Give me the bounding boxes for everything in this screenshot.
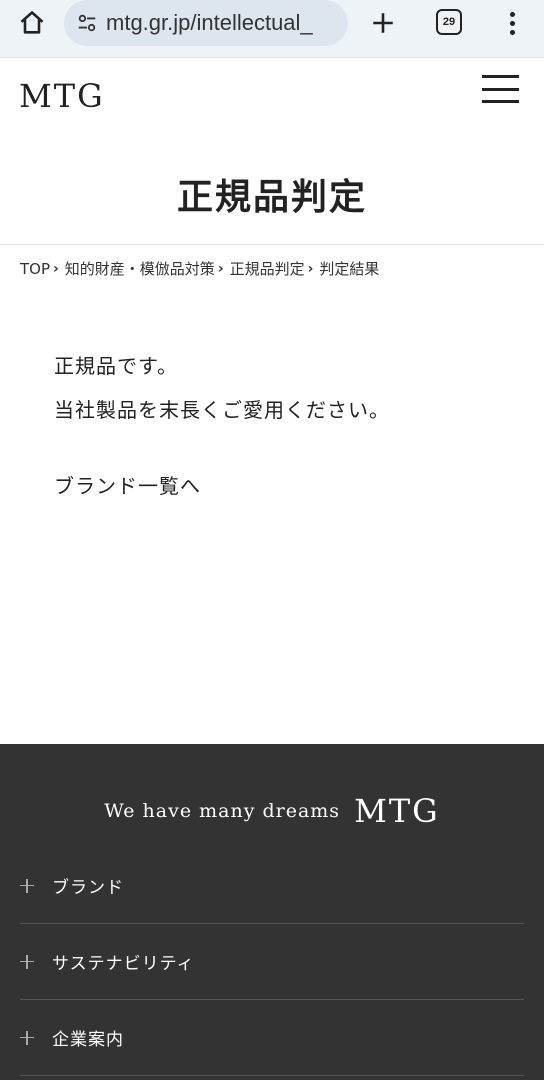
- footer-logo[interactable]: MTG: [354, 792, 440, 830]
- result-line-2: 当社製品を末長くご愛用ください。: [54, 398, 390, 422]
- breadcrumb-top[interactable]: TOP: [20, 260, 50, 278]
- more-vert-icon: [509, 11, 515, 17]
- tab-count: 29: [442, 16, 456, 28]
- tagline-text: We have many dreams: [104, 800, 341, 822]
- browser-toolbar: mtg.gr.jp/intellectual_ 29: [0, 0, 544, 58]
- footer-tagline: We have many dreams MTG: [0, 792, 544, 830]
- footer-item-company[interactable]: 企業案内: [20, 1000, 524, 1076]
- plus-icon: [373, 13, 393, 33]
- chevron-right-icon: ›: [217, 260, 224, 277]
- chevron-right-icon: ›: [307, 260, 314, 277]
- brand-list-link[interactable]: ブランド一覧へ: [54, 470, 201, 499]
- site-header: MTG: [0, 59, 544, 133]
- tab-switcher-button[interactable]: 29: [436, 9, 462, 35]
- plus-icon: [20, 878, 34, 893]
- site-logo[interactable]: MTG: [19, 77, 105, 115]
- tune-icon[interactable]: [76, 12, 98, 34]
- address-bar[interactable]: mtg.gr.jp/intellectual_: [64, 0, 348, 46]
- result-line-1: 正規品です。: [54, 354, 178, 378]
- plus-icon: [20, 954, 34, 969]
- breadcrumb-ip[interactable]: 知的財産・模倣品対策: [65, 258, 215, 279]
- page-title: 正規品判定: [176, 177, 367, 218]
- footer-item-label: 企業案内: [52, 1030, 124, 1050]
- footer-item-brand[interactable]: ブランド: [20, 848, 524, 924]
- plus-icon: [20, 1030, 34, 1045]
- home-icon: [20, 11, 44, 34]
- hamburger-menu-icon[interactable]: [482, 73, 519, 105]
- breadcrumb-authenticity[interactable]: 正規品判定: [230, 258, 305, 279]
- footer-item-label: ブランド: [52, 878, 124, 898]
- chevron-right-icon: ›: [53, 260, 59, 277]
- footer-nav: ブランド サステナビリティ 企業案内: [20, 848, 524, 1076]
- site-footer: We have many dreams MTG ブランド サステナビリティ 企業案…: [0, 744, 544, 1080]
- more-options-button[interactable]: [500, 6, 524, 40]
- breadcrumb: TOP › 知的財産・模倣品対策 › 正規品判定 › 判定結果: [20, 258, 379, 279]
- home-button[interactable]: [16, 7, 48, 39]
- divider: [0, 244, 544, 245]
- footer-item-label: サステナビリティ: [52, 954, 195, 974]
- result-message: 正規品です。 当社製品を末長くご愛用ください。: [54, 344, 390, 432]
- new-tab-button[interactable]: [366, 6, 400, 40]
- footer-item-sustainability[interactable]: サステナビリティ: [20, 924, 524, 1000]
- breadcrumb-current: 判定結果: [319, 260, 380, 278]
- url-text: mtg.gr.jp/intellectual_: [106, 10, 313, 35]
